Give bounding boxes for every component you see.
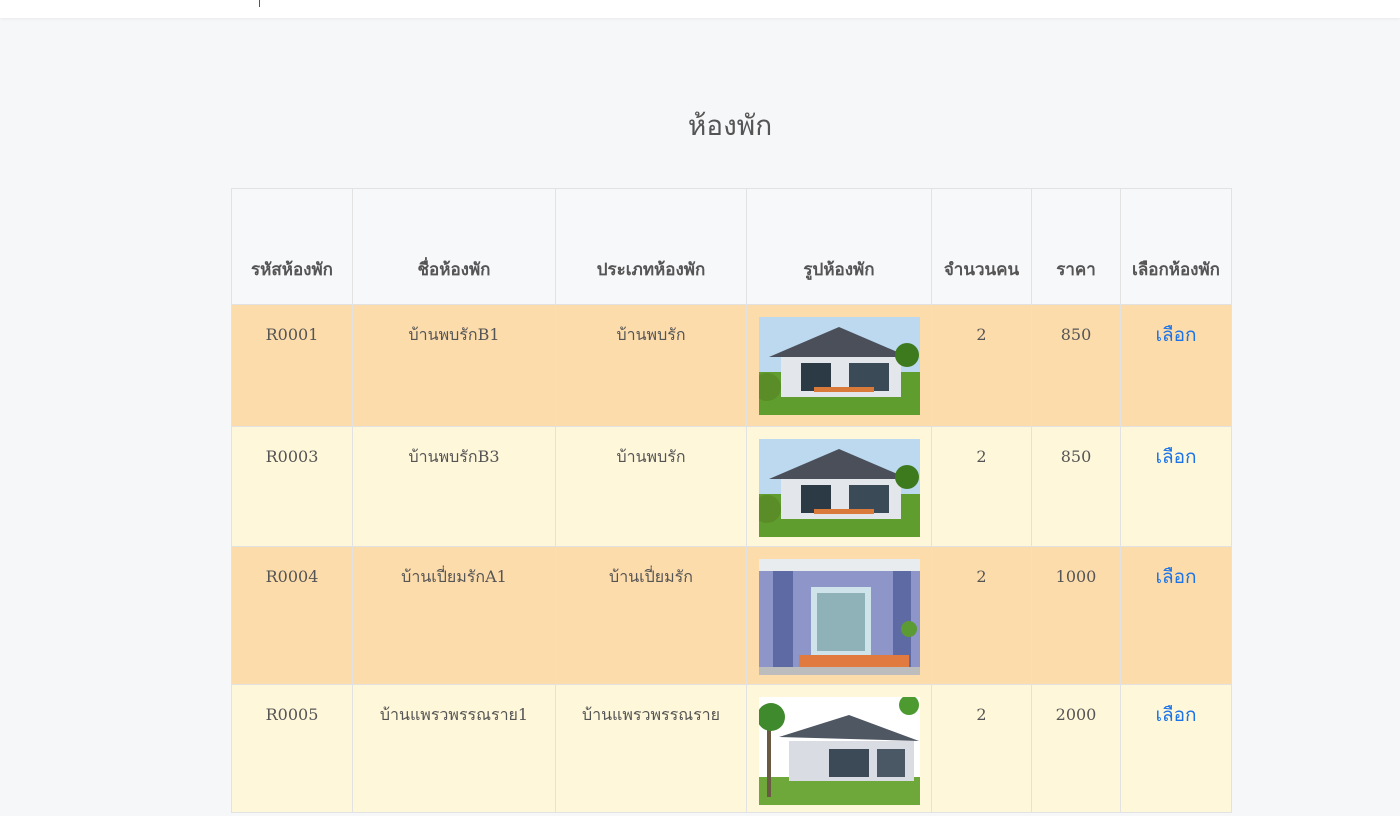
nav-divider (259, 0, 260, 7)
select-room-link[interactable]: เลือก (1155, 566, 1196, 588)
table-row: R0004 บ้านเปี่ยมรักA1 บ้านเปี่ยมรัก 2 10… (231, 546, 1232, 685)
table-row: R0003 บ้านพบรักB3 บ้านพบรัก 2 850 เลือก (231, 426, 1232, 547)
house-photo-icon (758, 697, 920, 805)
room-type: บ้านพบรัก (555, 426, 747, 547)
header-price: ราคา (1031, 188, 1121, 305)
room-type: บ้านแพรวพรรณราย (555, 684, 747, 813)
room-type: บ้านเปี่ยมรัก (555, 546, 747, 685)
price: 850 (1031, 426, 1121, 547)
select-cell: เลือก (1120, 546, 1232, 685)
room-code: R0005 (231, 684, 353, 813)
table-row: R0005 บ้านแพรวพรรณราย1 บ้านแพรวพรรณราย 2… (231, 684, 1232, 813)
porch-photo-icon (758, 559, 920, 675)
people-count: 2 (931, 684, 1032, 813)
room-code: R0004 (231, 546, 353, 685)
header-select: เลือกห้องพัก (1120, 188, 1232, 305)
header-people: จำนวนคน (931, 188, 1032, 305)
select-room-link[interactable]: เลือก (1155, 704, 1196, 726)
room-name: บ้านพบรักB3 (352, 426, 556, 547)
header-room-name: ชื่อห้องพัก (352, 188, 556, 305)
room-name: บ้านพบรักB1 (352, 304, 556, 427)
price: 1000 (1031, 546, 1121, 685)
house-photo-icon (758, 317, 920, 415)
room-image-cell (746, 546, 932, 685)
people-count: 2 (931, 304, 1032, 427)
house-photo-icon (758, 439, 920, 537)
price: 850 (1031, 304, 1121, 427)
table-header-row: รหัสห้องพัก ชื่อห้องพัก ประเภทห้องพัก รู… (231, 188, 1232, 305)
top-navbar (0, 0, 1400, 18)
table-row: R0001 บ้านพบรักB1 บ้านพบรัก 2 850 เลือก (231, 304, 1232, 427)
header-room-type: ประเภทห้องพัก (555, 188, 747, 305)
rooms-table: รหัสห้องพัก ชื่อห้องพัก ประเภทห้องพัก รู… (231, 188, 1232, 813)
select-room-link[interactable]: เลือก (1155, 324, 1196, 346)
header-room-code: รหัสห้องพัก (231, 188, 353, 305)
room-image-cell (746, 426, 932, 547)
price: 2000 (1031, 684, 1121, 813)
room-name: บ้านแพรวพรรณราย1 (352, 684, 556, 813)
room-name: บ้านเปี่ยมรักA1 (352, 546, 556, 685)
room-type: บ้านพบรัก (555, 304, 747, 427)
room-code: R0001 (231, 304, 353, 427)
select-cell: เลือก (1120, 426, 1232, 547)
select-cell: เลือก (1120, 684, 1232, 813)
select-cell: เลือก (1120, 304, 1232, 427)
room-code: R0003 (231, 426, 353, 547)
people-count: 2 (931, 546, 1032, 685)
people-count: 2 (931, 426, 1032, 547)
room-image-cell (746, 684, 932, 813)
page-title: ห้องพัก (687, 109, 773, 142)
header-room-image: รูปห้องพัก (746, 188, 932, 305)
room-image-cell (746, 304, 932, 427)
select-room-link[interactable]: เลือก (1155, 446, 1196, 468)
